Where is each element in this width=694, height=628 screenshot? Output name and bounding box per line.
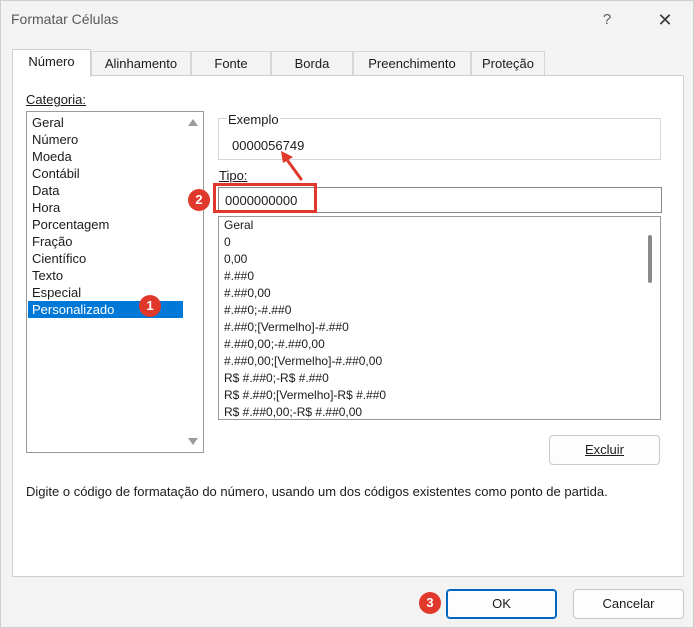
format-description: Digite o código de formatação do número,…	[26, 484, 608, 499]
annotation-badge-2: 2	[188, 189, 210, 211]
help-icon[interactable]: ?	[595, 8, 619, 32]
format-item[interactable]: #.##0;[Vermelho]-#.##0	[224, 319, 349, 336]
close-icon[interactable]: ✕	[651, 7, 679, 35]
excluir-button[interactable]: Excluir	[549, 435, 660, 465]
categoria-label: Categoria:	[26, 92, 86, 107]
tab-panel-numero: Categoria: Geral Número Moeda Contábil D…	[12, 75, 684, 577]
format-item[interactable]: Geral	[224, 217, 253, 234]
tab-fonte[interactable]: Fonte	[191, 51, 271, 76]
format-item[interactable]: #.##0,00;-#.##0,00	[224, 336, 325, 353]
scroll-up-icon[interactable]	[188, 119, 198, 126]
format-item[interactable]: #.##0,00	[224, 285, 271, 302]
tab-borda[interactable]: Borda	[271, 51, 353, 76]
category-item-cientifico[interactable]: Científico	[28, 250, 183, 267]
category-item-hora[interactable]: Hora	[28, 199, 183, 216]
category-item-contabil[interactable]: Contábil	[28, 165, 183, 182]
category-item-geral[interactable]: Geral	[28, 114, 183, 131]
category-scrollbar[interactable]	[183, 112, 203, 452]
example-label: Exemplo	[227, 112, 280, 127]
tab-protecao[interactable]: Proteção	[471, 51, 545, 76]
format-cells-dialog: Formatar Células ? ✕ Número Alinhamento …	[0, 0, 694, 628]
cancel-button[interactable]: Cancelar	[573, 589, 684, 619]
format-item[interactable]: R$ #.##0;[Vermelho]-R$ #.##0	[224, 387, 386, 404]
category-item-fracao[interactable]: Fração	[28, 233, 183, 250]
format-code-list[interactable]: Geral 0 0,00 #.##0 #.##0,00 #.##0;-#.##0…	[218, 216, 661, 420]
category-item-texto[interactable]: Texto	[28, 267, 183, 284]
annotation-badge-1: 1	[139, 295, 161, 317]
format-item[interactable]: 0	[224, 234, 231, 251]
annotation-highlight-box	[213, 183, 317, 213]
tipo-label-text: Tipo:	[219, 168, 248, 183]
dialog-title: Formatar Células	[11, 11, 119, 27]
tab-preenchimento[interactable]: Preenchimento	[353, 51, 471, 76]
category-item-numero[interactable]: Número	[28, 131, 183, 148]
format-item[interactable]: 0,00	[224, 251, 247, 268]
category-item-porcentagem[interactable]: Porcentagem	[28, 216, 183, 233]
tab-numero[interactable]: Número	[12, 49, 91, 77]
ok-button[interactable]: OK	[446, 589, 557, 619]
excluir-label: Excluir	[584, 442, 624, 457]
tab-alinhamento[interactable]: Alinhamento	[91, 51, 191, 76]
category-item-moeda[interactable]: Moeda	[28, 148, 183, 165]
title-bar: Formatar Células ? ✕	[1, 1, 693, 39]
annotation-arrow-icon	[281, 151, 303, 181]
format-item[interactable]: #.##0,00;[Vermelho]-#.##0,00	[224, 353, 382, 370]
format-scrollbar[interactable]	[640, 217, 660, 419]
category-item-especial[interactable]: Especial	[28, 284, 183, 301]
scroll-down-icon[interactable]	[188, 438, 198, 445]
format-item[interactable]: #.##0	[224, 268, 254, 285]
format-item[interactable]: R$ #.##0,00;-R$ #.##0,00	[224, 404, 362, 419]
scroll-thumb[interactable]	[648, 235, 652, 283]
annotation-badge-3: 3	[419, 592, 441, 614]
category-item-data[interactable]: Data	[28, 182, 183, 199]
tipo-label: Tipo:	[219, 168, 247, 183]
format-item[interactable]: R$ #.##0;-R$ #.##0	[224, 370, 329, 387]
categoria-listbox[interactable]: Geral Número Moeda Contábil Data Hora Po…	[26, 111, 204, 453]
format-item[interactable]: #.##0;-#.##0	[224, 302, 291, 319]
